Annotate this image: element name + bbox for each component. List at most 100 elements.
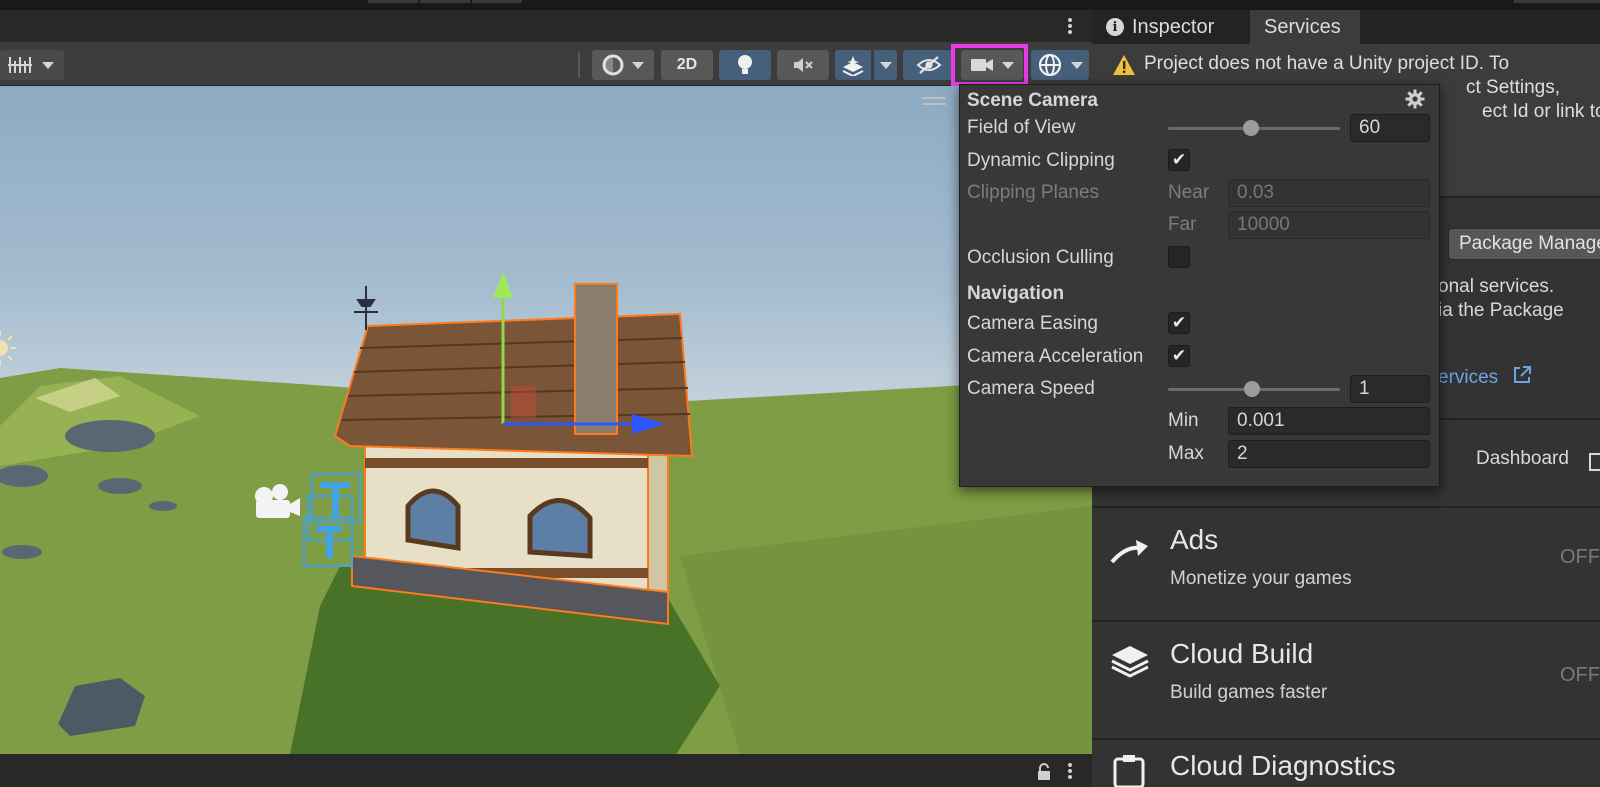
gizmos-button[interactable] (1031, 50, 1089, 80)
cloud-build-service-card[interactable]: Cloud Build Build games faster OFF (1092, 620, 1600, 738)
camera-speed-value: 1 (1359, 378, 1370, 399)
grid-snapping-button[interactable] (0, 50, 64, 80)
services-link[interactable]: ervices (1438, 364, 1533, 389)
far-label: Far (1168, 214, 1197, 235)
camera-speed-slider-handle[interactable] (1244, 381, 1261, 397)
overlay-handle-icon[interactable] (922, 97, 946, 105)
clipping-planes-label: Clipping Planes (967, 182, 1100, 203)
split-divider (870, 50, 874, 80)
ads-service-card[interactable]: Ads Monetize your games OFF (1092, 506, 1600, 620)
lighting-toggle-button[interactable] (719, 50, 771, 80)
video-camera-icon (971, 59, 993, 71)
external-link-icon (1514, 366, 1532, 383)
ads-status: OFF (1560, 546, 1600, 568)
popup-title: Scene Camera (967, 90, 1098, 111)
tab-stub (368, 0, 418, 3)
dynamic-clipping-label: Dynamic Clipping (967, 150, 1115, 171)
speed-max-input[interactable]: 2 (1228, 440, 1430, 468)
lightbulb-icon (738, 55, 752, 74)
tab-stub (1514, 0, 1600, 3)
scene-camera-button[interactable] (961, 50, 1023, 80)
rock (149, 501, 177, 511)
services-text-line-1: onal services. (1438, 276, 1555, 297)
services-text-line-2: ia the Package (1438, 300, 1564, 321)
scene-render (0, 97, 1092, 754)
scene-viewport[interactable] (0, 86, 1092, 754)
ads-title: Ads (1170, 524, 1219, 555)
camera-acceleration-label: Camera Acceleration (967, 346, 1144, 367)
tab-inspector-label: Inspector (1132, 15, 1215, 38)
navigation-header: Navigation (967, 283, 1065, 304)
layers-stack-icon (1111, 646, 1149, 678)
field-of-view-input[interactable]: 60 (1350, 114, 1430, 142)
weathervane (354, 286, 378, 330)
warning-line-3: ect Id or link to an (1482, 101, 1600, 122)
occlusion-culling-checkbox[interactable] (1168, 246, 1190, 268)
info-icon: i (1106, 18, 1124, 36)
rock (65, 420, 155, 452)
audio-muted-icon (794, 58, 813, 72)
right-top-strip (1092, 0, 1600, 10)
shading-sphere-icon (602, 54, 624, 76)
cloud-build-subtitle: Build games faster (1170, 682, 1328, 703)
more-options-icon[interactable] (1065, 761, 1075, 781)
dashboard-link[interactable]: Dashboard (1476, 448, 1569, 470)
right-tab-bar: i Inspector Services (1092, 10, 1600, 44)
far-clip-value: 10000 (1237, 214, 1290, 235)
house-window (405, 488, 461, 551)
camera-acceleration-checkbox[interactable]: ✔ (1168, 345, 1190, 367)
mode-2d-button[interactable]: 2D (661, 50, 713, 80)
dashboard-label: Dashboard (1476, 448, 1569, 469)
eye-slash-icon (916, 56, 942, 74)
timber-beam (365, 458, 648, 468)
cloud-diagnostics-service-card[interactable]: Cloud Diagnostics (1092, 738, 1600, 787)
services-link-label: ervices (1438, 367, 1499, 388)
house-wall-side (647, 432, 669, 600)
field-of-view-slider-handle[interactable] (1242, 120, 1259, 136)
tab-stub (472, 0, 522, 3)
warning-line-2: ct Settings, (1466, 77, 1560, 98)
field-of-view-value: 60 (1359, 117, 1381, 138)
gear-icon[interactable] (1405, 89, 1425, 109)
warning-icon (1113, 55, 1135, 75)
ads-subtitle: Monetize your games (1170, 568, 1352, 589)
lock-icon[interactable] (1036, 763, 1052, 781)
tab-inspector[interactable]: i Inspector (1092, 10, 1232, 44)
warning-line-1: Project does not have a Unity project ID… (1144, 53, 1510, 74)
tab-services[interactable]: Services (1250, 10, 1360, 44)
cloud-build-status: OFF (1560, 664, 1600, 686)
camera-easing-checkbox[interactable]: ✔ (1168, 312, 1190, 334)
speed-min-input[interactable]: 0.001 (1228, 407, 1430, 435)
speed-max-label: Max (1168, 443, 1204, 464)
occlusion-culling-label: Occlusion Culling (967, 247, 1114, 268)
scene-toolbar: 2D (0, 42, 1092, 86)
layers-effects-icon (842, 56, 863, 76)
speed-min-label: Min (1168, 410, 1199, 431)
draw-mode-button[interactable] (592, 50, 654, 80)
package-manager-label: Package Manager (1459, 233, 1600, 254)
rock (98, 478, 142, 494)
external-link-icon (1589, 453, 1600, 471)
near-clip-value: 0.03 (1237, 182, 1274, 203)
camera-speed-input[interactable]: 1 (1350, 375, 1430, 403)
camera-speed-label: Camera Speed (967, 378, 1095, 399)
ads-trend-icon (1110, 540, 1148, 564)
chevron-down-icon (879, 61, 892, 69)
cloud-diagnostics-title: Cloud Diagnostics (1170, 750, 1396, 781)
gizmo-y-arrow (493, 272, 513, 298)
package-manager-button[interactable]: Package Manager (1448, 228, 1600, 260)
hidden-objects-toggle-button[interactable] (903, 50, 955, 80)
chevron-down-icon (1002, 61, 1014, 69)
effects-toggle-button[interactable] (835, 50, 897, 80)
top-strip (0, 0, 1092, 10)
audio-toggle-button[interactable] (777, 50, 829, 80)
speed-max-value: 2 (1237, 443, 1248, 464)
scene-camera-popup: Scene Camera Field of View 60 Dynamic Cl… (959, 84, 1440, 487)
chevron-down-icon (42, 61, 54, 69)
speed-min-value: 0.001 (1237, 410, 1285, 431)
more-options-icon[interactable] (1065, 16, 1075, 36)
camera-easing-label: Camera Easing (967, 313, 1098, 334)
gizmo-globe-icon (1038, 53, 1062, 77)
near-clip-input: 0.03 (1228, 179, 1430, 207)
dynamic-clipping-checkbox[interactable]: ✔ (1168, 149, 1190, 171)
